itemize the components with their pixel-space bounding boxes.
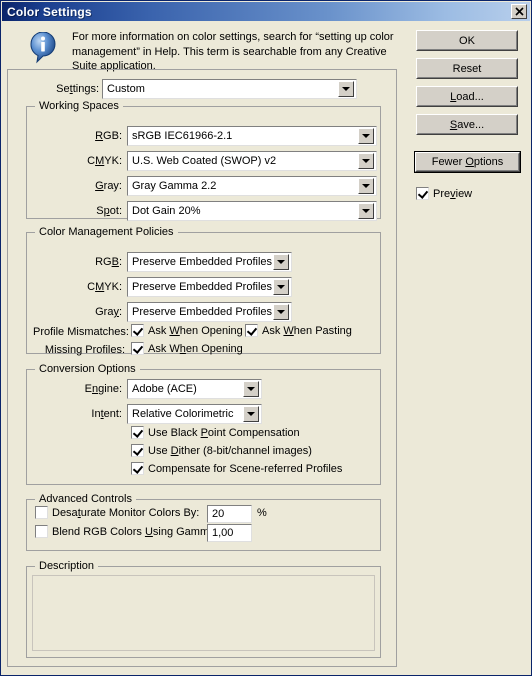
policies-rgb-label: RGB: <box>95 256 122 268</box>
color-management-policies-legend: Color Management Policies <box>35 226 178 238</box>
use-dither-label: Use Dither (8-bit/channel images) <box>148 444 312 457</box>
close-icon[interactable] <box>511 4 527 19</box>
conversion-options-legend: Conversion Options <box>35 363 140 375</box>
use-dither-checkbox[interactable]: Use Dither (8-bit/channel images) <box>131 444 312 457</box>
description-text-area <box>32 575 375 651</box>
compensate-scene-referred-checkbox[interactable]: Compensate for Scene-referred Profiles <box>131 462 342 475</box>
checkbox-box <box>131 342 144 355</box>
load-button[interactable]: Load... <box>416 86 518 107</box>
engine-dropdown[interactable]: Adobe (ACE) <box>127 379 262 399</box>
fewer-options-button-label: Fewer Options <box>431 156 504 168</box>
save-button[interactable]: Save... <box>416 114 518 135</box>
profile-mismatches-ask-opening-checkbox[interactable]: Ask When Opening <box>131 324 243 337</box>
chevron-down-icon[interactable] <box>243 381 259 397</box>
checkbox-box <box>131 462 144 475</box>
engine-value: Adobe (ACE) <box>132 383 197 395</box>
checkbox-box <box>131 324 144 337</box>
working-spaces-cmyk-label: CMYK: <box>87 155 122 167</box>
checkbox-box <box>35 506 48 519</box>
profile-mismatches-ask-pasting-checkbox[interactable]: Ask When Pasting <box>245 324 352 337</box>
description-legend: Description <box>35 560 99 572</box>
ok-button-label: OK <box>459 34 475 47</box>
chevron-down-icon[interactable] <box>273 254 289 270</box>
desaturate-unit-label: % <box>257 507 267 519</box>
black-point-compensation-label: Use Black Point Compensation <box>148 426 300 439</box>
policies-cmyk-label: CMYK: <box>87 281 122 293</box>
preview-label: Preview <box>433 187 473 200</box>
missing-profiles-ask-opening-label: Ask When Opening <box>148 342 243 355</box>
checkbox-box <box>35 525 48 538</box>
profile-mismatches-label: Profile Mismatches: <box>33 326 129 338</box>
advanced-controls-legend: Advanced Controls <box>35 493 136 505</box>
chevron-down-icon[interactable] <box>358 128 374 144</box>
policies-gray-dropdown[interactable]: Preserve Embedded Profiles <box>127 302 292 322</box>
working-spaces-gray-dropdown[interactable]: Gray Gamma 2.2 <box>127 176 377 196</box>
black-point-compensation-checkbox[interactable]: Use Black Point Compensation <box>131 426 300 439</box>
chevron-down-icon[interactable] <box>273 304 289 320</box>
window-title: Color Settings <box>7 4 92 19</box>
blend-rgb-gamma-checkbox[interactable]: Blend RGB Colors Using Gamma: <box>35 525 218 538</box>
policies-gray-label: Gray: <box>95 306 122 318</box>
policies-cmyk-dropdown[interactable]: Preserve Embedded Profiles <box>127 277 292 297</box>
desaturate-monitor-colors-checkbox[interactable]: Desaturate Monitor Colors By: <box>35 506 199 519</box>
intent-dropdown[interactable]: Relative Colorimetric <box>127 404 262 424</box>
info-icon <box>28 31 60 64</box>
policies-rgb-value: Preserve Embedded Profiles <box>132 256 273 268</box>
compensate-scene-referred-label: Compensate for Scene-referred Profiles <box>148 462 343 475</box>
intent-value: Relative Colorimetric <box>132 408 234 420</box>
engine-label: Engine: <box>84 383 122 395</box>
save-button-label: Save... <box>449 118 485 131</box>
chevron-down-icon[interactable] <box>243 406 259 422</box>
checkbox-box <box>131 426 144 439</box>
checkbox-box <box>416 187 429 200</box>
load-button-label: Load... <box>450 90 484 103</box>
reset-button-label: Reset <box>452 62 482 75</box>
working-spaces-gray-value: Gray Gamma 2.2 <box>132 180 217 192</box>
missing-profiles-label: Missing Profiles: <box>44 344 125 356</box>
working-spaces-gray-label: Gray: <box>95 180 122 192</box>
info-text: For more information on color settings, … <box>72 31 394 72</box>
policies-cmyk-value: Preserve Embedded Profiles <box>132 281 273 293</box>
working-spaces-spot-label: Spot: <box>96 205 122 217</box>
policies-gray-value: Preserve Embedded Profiles <box>132 306 273 318</box>
working-spaces-rgb-label: RGB: <box>95 130 122 142</box>
desaturate-value-input[interactable]: 20 <box>207 505 252 523</box>
working-spaces-rgb-dropdown[interactable]: sRGB IEC61966-2.1 <box>127 126 377 146</box>
chevron-down-icon[interactable] <box>358 178 374 194</box>
color-settings-dialog: Color Settings For more information on c… <box>0 0 532 676</box>
desaturate-monitor-colors-label: Desaturate Monitor Colors By: <box>52 506 200 519</box>
working-spaces-spot-dropdown[interactable]: Dot Gain 20% <box>127 201 377 221</box>
checkbox-box <box>245 324 258 337</box>
chevron-down-icon[interactable] <box>358 203 374 219</box>
profile-mismatches-ask-pasting-label: Ask When Pasting <box>262 324 352 337</box>
dialog-body: For more information on color settings, … <box>2 21 530 675</box>
intent-label: Intent: <box>91 408 122 420</box>
fewer-options-button[interactable]: Fewer Options <box>414 151 521 173</box>
working-spaces-cmyk-dropdown[interactable]: U.S. Web Coated (SWOP) v2 <box>127 151 377 171</box>
ok-button[interactable]: OK <box>416 30 518 51</box>
blend-rgb-gamma-label: Blend RGB Colors Using Gamma: <box>52 525 219 538</box>
blend-gamma-input[interactable]: 1,00 <box>207 524 252 542</box>
reset-button[interactable]: Reset <box>416 58 518 79</box>
policies-rgb-dropdown[interactable]: Preserve Embedded Profiles <box>127 252 292 272</box>
checkbox-box <box>131 444 144 457</box>
missing-profiles-ask-opening-checkbox[interactable]: Ask When Opening <box>131 342 243 355</box>
working-spaces-spot-value: Dot Gain 20% <box>132 205 201 217</box>
preview-checkbox[interactable]: Preview <box>416 187 472 200</box>
profile-mismatches-ask-opening-label: Ask When Opening <box>148 324 243 337</box>
working-spaces-rgb-value: sRGB IEC61966-2.1 <box>132 130 233 142</box>
title-bar[interactable]: Color Settings <box>2 2 530 21</box>
working-spaces-cmyk-value: U.S. Web Coated (SWOP) v2 <box>132 155 277 167</box>
chevron-down-icon[interactable] <box>358 153 374 169</box>
chevron-down-icon[interactable] <box>273 279 289 295</box>
working-spaces-legend: Working Spaces <box>35 100 123 112</box>
